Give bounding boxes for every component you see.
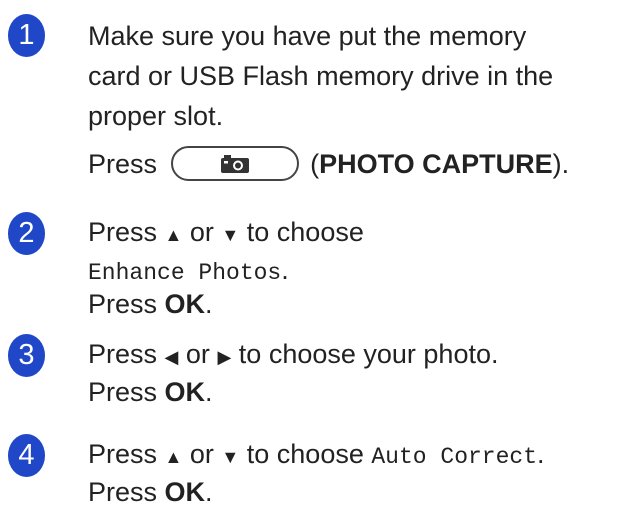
paren-open: ( [310,149,320,179]
paren-close: ). [552,149,570,179]
ok-key-label: OK [164,477,206,507]
up-arrow-icon: ▲ [164,225,183,245]
ok-key-label: OK [164,289,206,319]
step-1-line-2: card or USB Flash memory drive in the [88,61,554,91]
step-2-line-3: Press OK. [88,289,213,319]
menu-item-auto-correct: Auto Correct [371,444,538,470]
up-arrow-icon: ▲ [164,447,183,467]
down-arrow-icon: ▼ [221,225,240,245]
press-word: Press [88,149,158,179]
step-2-line-1: Press ▲ or ▼ to choose [88,217,364,247]
step-3-line-2: Press OK. [88,377,213,407]
step-number-badge: 3 [8,334,45,377]
step-1-line-1: Make sure you have put the memory [88,21,527,51]
photo-capture-label: PHOTO CAPTURE [319,149,553,179]
left-arrow-icon: ◀ [164,347,179,367]
down-arrow-icon: ▼ [221,447,240,467]
menu-item-enhance-photos: Enhance Photos [88,260,282,286]
step-number-badge: 1 [8,14,45,57]
step-4-line-1: Press ▲ or ▼ to choose Auto Correct. [88,439,545,470]
step-1-press-line: Press (PHOTO CAPTURE). [88,146,569,183]
right-arrow-icon: ▶ [217,347,232,367]
step-1-line-3: proper slot. [88,101,224,131]
ok-key-label: OK [164,377,206,407]
step-number-badge: 2 [8,212,45,255]
step-4-line-2: Press OK. [88,477,213,507]
step-number-badge: 4 [8,434,45,477]
step-3-line-1: Press ◀ or ▶ to choose your photo. [88,339,499,369]
photo-capture-key [170,146,299,182]
camera-icon [220,154,249,173]
